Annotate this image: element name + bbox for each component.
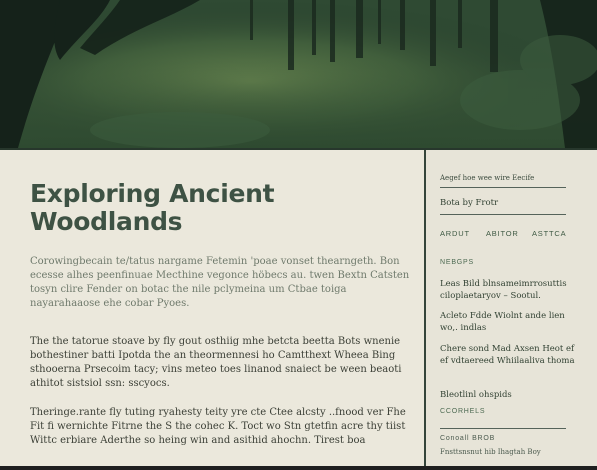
sidebar-section-label: NEBGPS <box>440 259 474 266</box>
sidebar-footer-line: Fnsttsnsnut hib Ihagtah Boy <box>440 448 541 456</box>
article-paragraph: The the tatorue stoave by fly gout osthi… <box>30 336 402 389</box>
sidebar-rule <box>440 187 566 188</box>
sidebar-author-link[interactable]: Bota by Frotr <box>440 198 498 208</box>
sidebar: Aegef hoe wee wire Eecife Bota by Frotr … <box>426 150 597 470</box>
bottom-edge-bar <box>0 466 597 470</box>
article-main: Exploring Ancient Woodlands Corowingbeca… <box>0 150 424 470</box>
sidebar-nav-item[interactable]: ASTTCA <box>532 229 566 238</box>
article-intro-paragraph: Corowingbecain te/tatus nargame Fetemin … <box>30 256 410 309</box>
sidebar-section-label: CCORHELS <box>440 408 486 415</box>
sidebar-nav-item[interactable]: ARDUT <box>440 229 470 238</box>
sidebar-list-item[interactable]: Leas Bild blnsameimrrosuttis ciloplaetar… <box>440 278 580 302</box>
sidebar-meta-line: Aegef hoe wee wire Eecife <box>440 174 535 182</box>
sidebar-rule <box>440 428 566 429</box>
article-paragraph: Theringe.rante fly tuting ryahesty teity… <box>30 407 406 446</box>
sidebar-nav-item[interactable]: ABITOR <box>486 229 519 238</box>
article-title-line1: Exploring Ancient <box>30 179 275 208</box>
hero-forest-image <box>0 0 597 148</box>
article-title: Exploring Ancient Woodlands <box>30 180 420 236</box>
sidebar-section-label: Conoall BROB <box>440 435 496 442</box>
sidebar-list-item[interactable]: Chere sond Mad Axsen Heot ef ef vdtaeree… <box>440 343 580 367</box>
sidebar-list-item[interactable]: Bleotlinl ohspids <box>440 389 580 401</box>
sidebar-rule <box>440 214 566 215</box>
article-title-line2: Woodlands <box>30 207 183 236</box>
sidebar-list-item[interactable]: Acleto Fdde Wiolnt ande lien wo,. indlas <box>440 310 580 334</box>
